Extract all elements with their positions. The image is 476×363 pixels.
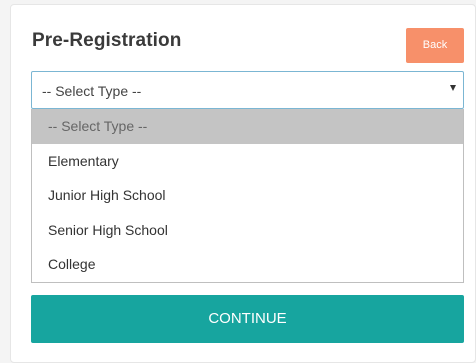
type-select-value: -- Select Type -- bbox=[42, 83, 142, 99]
option-junior-high-school[interactable]: Junior High School bbox=[32, 178, 463, 213]
back-button[interactable]: Back bbox=[406, 28, 464, 63]
caret-down-icon bbox=[450, 85, 456, 91]
type-select[interactable]: -- Select Type -- bbox=[31, 71, 464, 109]
type-select-dropdown: -- Select Type -- Elementary Junior High… bbox=[31, 109, 464, 283]
continue-button[interactable]: CONTINUE bbox=[31, 295, 464, 343]
option-elementary[interactable]: Elementary bbox=[32, 144, 463, 179]
option-select-type[interactable]: -- Select Type -- bbox=[32, 109, 463, 144]
option-senior-high-school[interactable]: Senior High School bbox=[32, 213, 463, 248]
page-title: Pre-Registration bbox=[32, 30, 182, 51]
option-college[interactable]: College bbox=[32, 247, 463, 282]
pre-registration-card: Pre-Registration Back -- Select Type -- … bbox=[10, 4, 476, 363]
